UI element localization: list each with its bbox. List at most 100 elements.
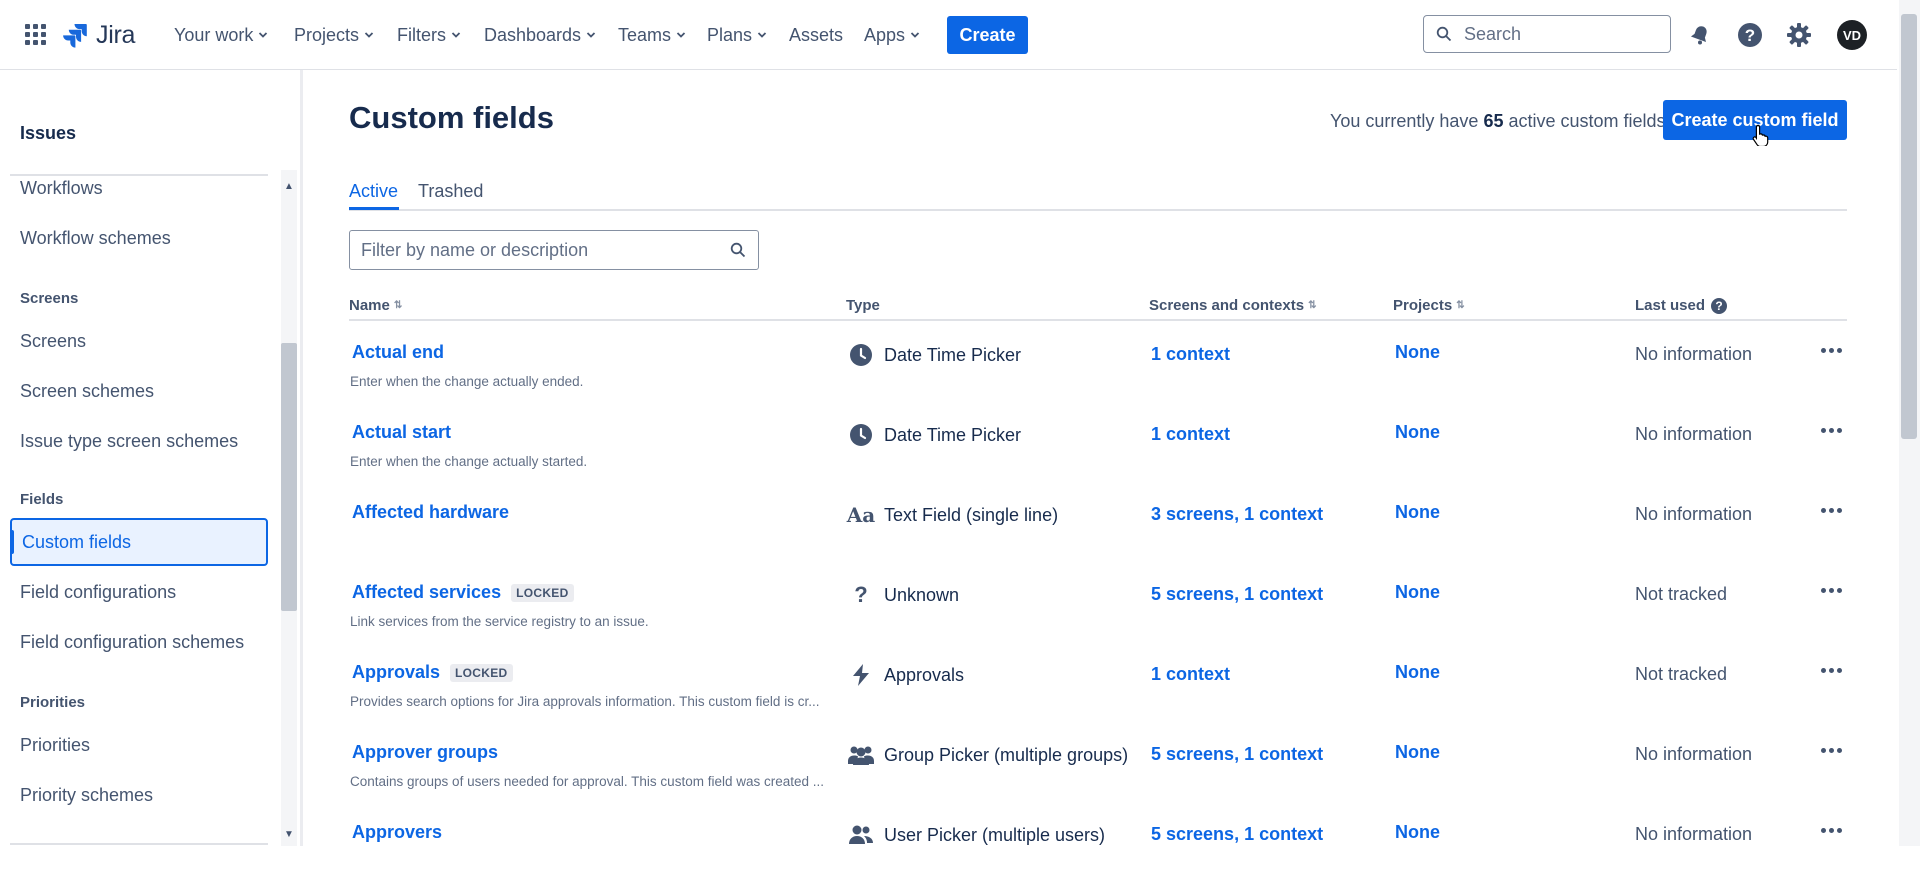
nav-dashboards[interactable]: Dashboards	[484, 22, 596, 48]
field-contexts-link[interactable]: 5 screens, 1 context	[1151, 584, 1323, 605]
field-contexts-link[interactable]: 1 context	[1151, 664, 1230, 685]
field-name-link[interactable]: Actual start	[352, 422, 451, 443]
field-projects-link[interactable]: None	[1395, 342, 1440, 363]
product-name: Jira	[96, 20, 136, 49]
field-name-link[interactable]: Approvals	[352, 662, 440, 683]
scroll-up-arrow-icon[interactable]: ▲	[283, 180, 295, 192]
more-actions-icon[interactable]	[1817, 498, 1845, 522]
sidebar-item-priorities[interactable]: Priorities	[10, 721, 268, 769]
create-button[interactable]: Create	[947, 16, 1028, 54]
sidebar-item-workflows[interactable]: Workflows	[10, 164, 268, 212]
sidebar-item-workflow-schemes[interactable]: Workflow schemes	[10, 214, 268, 262]
field-contexts-link[interactable]: 1 context	[1151, 424, 1230, 445]
field-name-link[interactable]: Actual end	[352, 342, 444, 363]
field-projects-link[interactable]: None	[1395, 822, 1440, 843]
column-header-projects[interactable]: Projects ⇅	[1393, 297, 1465, 314]
search-icon	[730, 242, 746, 258]
clock-icon	[848, 422, 874, 448]
nav-filters[interactable]: Filters	[397, 22, 461, 48]
more-actions-icon[interactable]	[1817, 578, 1845, 602]
field-contexts-link[interactable]: 1 context	[1151, 344, 1230, 365]
sidebar-item-custom-fields[interactable]: Custom fields	[10, 518, 268, 566]
table-row: Approver groups Contains groups of users…	[349, 730, 1847, 810]
field-type: Text Field (single line)	[884, 504, 1059, 525]
field-last-used: No information	[1635, 424, 1753, 444]
jira-logo[interactable]: Jira	[62, 19, 135, 51]
global-search[interactable]	[1423, 15, 1671, 53]
table-row: Affected services LOCKED Link services fr…	[349, 570, 1847, 650]
tab-active[interactable]: Active	[349, 181, 398, 202]
more-actions-icon[interactable]	[1817, 738, 1845, 762]
nav-label: Your work	[174, 24, 254, 45]
field-last-used: No information	[1635, 344, 1753, 364]
field-last-used: No information	[1635, 824, 1753, 844]
info-question-icon[interactable]: ?	[1711, 297, 1728, 314]
field-contexts-link[interactable]: 5 screens, 1 context	[1151, 744, 1323, 765]
field-name-link[interactable]: Approvers	[352, 822, 442, 843]
column-header-label: Projects	[1393, 297, 1453, 314]
notifications-icon[interactable]	[1686, 21, 1714, 49]
sidebar-item-field-configuration-schemes[interactable]: Field configuration schemes	[10, 618, 268, 666]
chevron-down-icon	[910, 32, 920, 38]
field-projects-link[interactable]: None	[1395, 662, 1440, 683]
field-projects-link[interactable]: None	[1395, 742, 1440, 763]
field-contexts-link[interactable]: 3 screens, 1 context	[1151, 504, 1323, 525]
avatar[interactable]: VD	[1837, 20, 1867, 50]
users-icon	[848, 822, 874, 848]
chevron-down-icon	[451, 32, 461, 38]
help-icon[interactable]: ?	[1736, 21, 1764, 49]
table-row: Affected hardware Aa Text Field (single l…	[349, 490, 1847, 570]
app-switcher-icon[interactable]	[25, 24, 47, 46]
nav-apps[interactable]: Apps	[864, 22, 920, 48]
page-title: Custom fields	[349, 100, 554, 135]
sidebar-item-field-configurations[interactable]: Field configurations	[10, 568, 268, 616]
scroll-down-arrow-icon[interactable]: ▼	[283, 828, 295, 840]
sidebar-item-priority-schemes[interactable]: Priority schemes	[10, 771, 268, 819]
lightning-icon	[848, 662, 874, 688]
nav-teams[interactable]: Teams	[618, 22, 686, 48]
nav-assets[interactable]: Assets	[789, 22, 843, 48]
global-search-input[interactable]	[1462, 22, 1656, 46]
column-header-screens[interactable]: Screens and contexts ⇅	[1149, 297, 1316, 314]
field-name-link[interactable]: Affected services	[352, 582, 501, 603]
filter-field[interactable]	[349, 230, 759, 270]
chevron-down-icon	[259, 32, 268, 38]
column-header-label: Type	[846, 297, 880, 314]
field-contexts-link[interactable]: 5 screens, 1 context	[1151, 824, 1323, 845]
nav-your-work[interactable]: Your work	[174, 22, 268, 48]
sidebar-section-screens: Screens	[20, 290, 79, 307]
field-type: Unknown	[884, 584, 960, 605]
table-row: Actual end Enter when the change actuall…	[349, 330, 1847, 410]
sidebar-scroll-thumb[interactable]	[281, 343, 297, 611]
sidebar-item-issue-type-screen-schemes[interactable]: Issue type screen schemes	[10, 417, 268, 465]
table-row: Approvals LOCKED Provides search options …	[349, 650, 1847, 730]
field-name-link[interactable]: Affected hardware	[352, 502, 509, 523]
tab-trashed[interactable]: Trashed	[418, 181, 483, 202]
nav-label: Projects	[294, 24, 360, 45]
table-row: Approvers User Picker (multiple users) 5…	[349, 810, 1847, 890]
filter-input[interactable]	[359, 238, 713, 262]
more-actions-icon[interactable]	[1817, 338, 1845, 362]
more-actions-icon[interactable]	[1817, 418, 1845, 442]
table-row: Actual start Enter when the change actua…	[349, 410, 1847, 490]
page-scroll-thumb[interactable]	[1901, 14, 1917, 439]
field-projects-link[interactable]: None	[1395, 502, 1440, 523]
nav-label: Dashboards	[484, 24, 582, 45]
nav-plans[interactable]: Plans	[707, 22, 767, 48]
column-header-label: Last used	[1635, 297, 1706, 314]
field-type: User Picker (multiple users)	[884, 824, 1106, 845]
field-projects-link[interactable]: None	[1395, 422, 1440, 443]
sidebar-item-screens[interactable]: Screens	[10, 317, 268, 365]
field-projects-link[interactable]: None	[1395, 582, 1440, 603]
column-header-name[interactable]: Name ⇅	[349, 297, 402, 314]
settings-icon[interactable]	[1785, 21, 1813, 49]
nav-projects[interactable]: Projects	[294, 22, 374, 48]
field-name-link[interactable]: Approver groups	[352, 742, 498, 763]
more-actions-icon[interactable]	[1817, 818, 1845, 842]
clock-icon	[848, 342, 874, 368]
gear-icon	[1787, 23, 1811, 47]
field-description: Contains groups of users needed for appr…	[350, 774, 825, 789]
question-icon: ?	[854, 582, 868, 607]
more-actions-icon[interactable]	[1817, 658, 1845, 682]
sidebar-item-screen-schemes[interactable]: Screen schemes	[10, 367, 268, 415]
